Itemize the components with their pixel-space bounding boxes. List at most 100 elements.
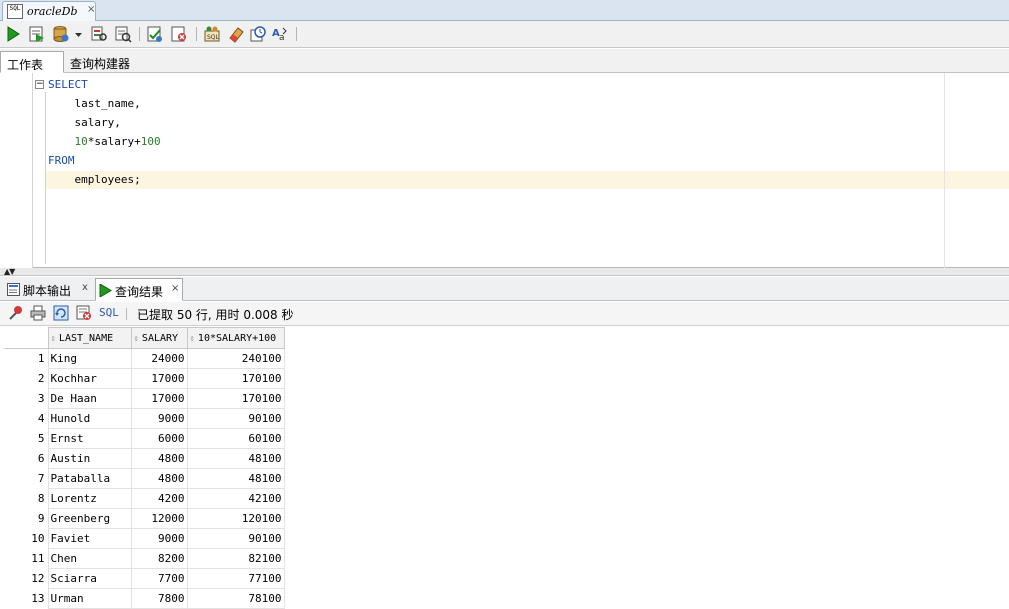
clear-button[interactable] (227, 25, 245, 43)
cell-last-name[interactable]: Faviet (47, 528, 132, 549)
code-line-1: SELECT (48, 78, 88, 91)
cell-last-name[interactable]: Pataballa (47, 468, 132, 489)
script-output-icon (7, 283, 20, 296)
rollback-button[interactable] (170, 25, 188, 43)
cell-calc[interactable]: 170100 (186, 368, 285, 389)
column-header-calc[interactable]: ⇕ 10*SALARY+100 (186, 327, 285, 349)
cell-salary[interactable]: 9000 (130, 408, 188, 429)
code-line-2: last_name, (48, 97, 141, 110)
cancel-query-button[interactable] (76, 305, 92, 321)
sort-icon[interactable]: ⇕ (51, 334, 56, 344)
table-row[interactable]: 3 De Haan 17000 170100 (4, 388, 285, 409)
cell-last-name[interactable]: Chen (47, 548, 132, 569)
close-tab-icon[interactable]: × (171, 283, 179, 294)
cell-last-name[interactable]: Ernst (47, 428, 132, 449)
cell-calc[interactable]: 120100 (186, 508, 285, 529)
row-number: 12 (31, 572, 45, 585)
table-row[interactable]: 1 King 24000 240100 (4, 348, 285, 369)
document-tab-oracledb[interactable]: SQL oracleDb × (2, 1, 96, 21)
cell-calc[interactable]: 42100 (186, 488, 285, 509)
cell-salary[interactable]: 8200 (130, 548, 188, 569)
explain-plan-button[interactable] (90, 25, 108, 43)
column-header-last-name[interactable]: ⇕ LAST_NAME (47, 327, 132, 349)
cell-last-name[interactable]: Urman (47, 588, 132, 609)
document-tab-title: oracleDb (27, 5, 78, 18)
sort-icon[interactable]: ⇕ (134, 334, 139, 344)
cell-salary[interactable]: 4200 (130, 488, 188, 509)
toolbar-separator (126, 308, 127, 320)
cell-calc[interactable]: 60100 (186, 428, 285, 449)
sort-icon[interactable]: ⇕ (190, 334, 195, 344)
cell-salary[interactable]: 24000 (130, 348, 188, 369)
table-row[interactable]: 12 Sciarra 7700 77100 (4, 568, 285, 589)
fold-collapse-icon[interactable]: − (35, 80, 44, 89)
table-row[interactable]: 4 Hunold 9000 90100 (4, 408, 285, 429)
tab-query-builder[interactable]: 查询构建器 (64, 51, 136, 73)
format-button[interactable]: Aa (271, 25, 289, 43)
cell-salary[interactable]: 6000 (130, 428, 188, 449)
table-row[interactable]: 5 Ernst 6000 60100 (4, 428, 285, 449)
cell-last-name[interactable]: Greenberg (47, 508, 132, 529)
table-row[interactable]: 8 Lorentz 4200 42100 (4, 488, 285, 509)
print-button[interactable] (30, 305, 46, 321)
fetch-status-text: 已提取 50 行, 用时 0.008 秒 (137, 308, 294, 322)
tab-worksheet[interactable]: 工作表 (0, 51, 64, 73)
splitter-arrows-icon[interactable]: ▲▼ (4, 267, 15, 276)
cell-salary[interactable]: 4800 (130, 468, 188, 489)
column-header-salary[interactable]: ⇕ SALARY (130, 327, 188, 349)
cell-calc[interactable]: 82100 (186, 548, 285, 569)
tab-script-output[interactable]: 脚本输出 x (4, 278, 94, 301)
tab-query-result[interactable]: 查询结果 × (95, 278, 183, 301)
run-script-button[interactable] (28, 25, 46, 43)
cell-calc[interactable]: 90100 (186, 528, 285, 549)
cell-last-name[interactable]: King (47, 348, 132, 369)
pin-button[interactable] (8, 305, 24, 321)
cell-last-name[interactable]: Hunold (47, 408, 132, 429)
cell-salary[interactable]: 12000 (130, 508, 188, 529)
cell-salary[interactable]: 17000 (130, 388, 188, 409)
commit-transaction-button[interactable] (146, 25, 164, 43)
cell-calc[interactable]: 78100 (186, 588, 285, 609)
cell-salary[interactable]: 7700 (130, 568, 188, 589)
table-row[interactable]: 6 Austin 4800 48100 (4, 448, 285, 469)
cell-last-name[interactable]: De Haan (47, 388, 132, 409)
cell-calc[interactable]: 240100 (186, 348, 285, 369)
cell-salary[interactable]: 7800 (130, 588, 188, 609)
cell-salary[interactable]: 17000 (130, 368, 188, 389)
close-tab-icon[interactable]: × (87, 4, 95, 15)
cell-calc[interactable]: 48100 (186, 448, 285, 469)
sql-link[interactable]: SQL (99, 306, 119, 319)
table-row[interactable]: 10 Faviet 9000 90100 (4, 528, 285, 549)
cell-last-name[interactable]: Sciarra (47, 568, 132, 589)
cell-calc[interactable]: 77100 (186, 568, 285, 589)
refresh-button[interactable] (53, 305, 69, 321)
cell-last-name[interactable]: Austin (47, 448, 132, 469)
cell-salary[interactable]: 4800 (130, 448, 188, 469)
refresh-icon (53, 305, 69, 321)
run-statement-button[interactable] (4, 25, 22, 43)
result-table: ⇕ LAST_NAME ⇕ SALARY ⇕ 10*SALARY+100 1 King 2… (4, 327, 285, 609)
table-row[interactable]: 2 Kochhar 17000 170100 (4, 368, 285, 389)
sql-tuning-button[interactable]: SQL (203, 25, 221, 43)
history-button[interactable] (249, 25, 267, 43)
dropdown-arrow-button[interactable] (72, 25, 84, 43)
table-row[interactable]: 13 Urman 7800 78100 (4, 588, 285, 609)
close-tab-icon[interactable]: x (82, 282, 88, 293)
table-row[interactable]: 7 Pataballa 4800 48100 (4, 468, 285, 489)
number-literal: 10 (74, 135, 88, 148)
cell-salary[interactable]: 9000 (130, 528, 188, 549)
autotrace-icon (115, 26, 132, 43)
sql-editor[interactable]: − SELECT last_name, salary, 10*salary+10… (0, 73, 1009, 268)
autotrace-button[interactable] (114, 25, 132, 43)
result-grid[interactable]: ⇕ LAST_NAME ⇕ SALARY ⇕ 10*SALARY+100 1 King 2… (0, 327, 1009, 609)
table-row[interactable]: 11 Chen 8200 82100 (4, 548, 285, 569)
pane-splitter[interactable]: ▲▼ (0, 267, 1009, 276)
cell-last-name[interactable]: Kochhar (47, 368, 132, 389)
cell-calc[interactable]: 48100 (186, 468, 285, 489)
cell-calc[interactable]: 170100 (186, 388, 285, 409)
right-margin-guide (944, 73, 945, 268)
cell-calc[interactable]: 90100 (186, 408, 285, 429)
commit-button[interactable] (52, 25, 70, 43)
cell-last-name[interactable]: Lorentz (47, 488, 132, 509)
table-row[interactable]: 9 Greenberg 12000 120100 (4, 508, 285, 529)
